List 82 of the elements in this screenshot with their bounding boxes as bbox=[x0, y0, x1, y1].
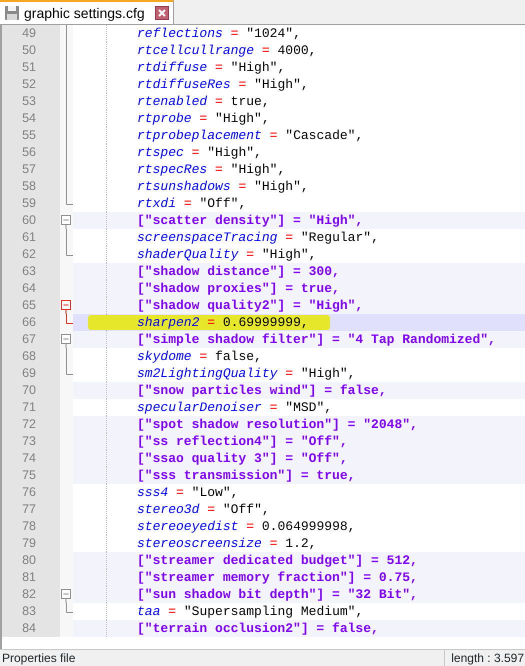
line-number: 82 bbox=[2, 586, 60, 603]
fold-end-icon bbox=[66, 246, 72, 256]
code-line: screenspaceTracing = "Regular", bbox=[136, 229, 379, 246]
code-line: stereoeyedist = 0.064999998, bbox=[136, 518, 356, 535]
line-number: 74 bbox=[2, 450, 60, 467]
code-line: ["scatter density"] = "High", bbox=[136, 212, 364, 229]
line-number: 51 bbox=[2, 59, 60, 76]
code-line: rtxdi = "Off", bbox=[136, 195, 246, 212]
line-number: 68 bbox=[2, 348, 60, 365]
line-number: 73 bbox=[2, 433, 60, 450]
line-number: 69 bbox=[2, 365, 60, 382]
line-number: 53 bbox=[2, 93, 60, 110]
code-line: stereoscreensize = 1.2, bbox=[136, 535, 316, 552]
line-number: 64 bbox=[2, 280, 60, 297]
file-tab[interactable]: graphic settings.cfg bbox=[0, 0, 174, 24]
code-line: rtspecRes = "High", bbox=[136, 161, 286, 178]
line-number: 55 bbox=[2, 127, 60, 144]
code-line: rtprobe = "High", bbox=[136, 110, 270, 127]
line-number: 50 bbox=[2, 42, 60, 59]
line-number: 67 bbox=[2, 331, 60, 348]
code-line: rtdiffuse = "High", bbox=[136, 59, 286, 76]
line-number: 84 bbox=[2, 620, 60, 637]
line-number: 66 bbox=[2, 314, 60, 331]
line-number: 54 bbox=[2, 110, 60, 127]
code-line: ["sun shadow bit depth"] = "32 Bit", bbox=[136, 586, 418, 603]
line-number: 81 bbox=[2, 569, 60, 586]
line-number: 61 bbox=[2, 229, 60, 246]
code-line: skydome = false, bbox=[136, 348, 262, 365]
line-number: 70 bbox=[2, 382, 60, 399]
code-line: sharpen2 = 0.69999999, bbox=[136, 314, 309, 331]
code-line: sss4 = "Low", bbox=[136, 484, 238, 501]
code-line: ["shadow quality2"] = "High", bbox=[136, 297, 364, 314]
close-icon[interactable] bbox=[154, 6, 169, 20]
line-number: 60 bbox=[2, 212, 60, 229]
file-type-label: Properties file bbox=[1, 650, 76, 666]
code-line: rtspec = "High", bbox=[136, 144, 262, 161]
line-number: 75 bbox=[2, 467, 60, 484]
code-line: stereo3d = "Off", bbox=[136, 501, 270, 518]
code-line: ["shadow distance"] = 300, bbox=[136, 263, 340, 280]
line-number: 79 bbox=[2, 535, 60, 552]
line-number: 62 bbox=[2, 246, 60, 263]
code-line: rtsunshadows = "High", bbox=[136, 178, 309, 195]
code-line: shaderQuality = "High", bbox=[136, 246, 316, 263]
line-number: 76 bbox=[2, 484, 60, 501]
code-line: ["spot shadow resolution"] = "2048", bbox=[136, 416, 418, 433]
code-line: ["snow particles wind"] = false, bbox=[136, 382, 387, 399]
line-number: 58 bbox=[2, 178, 60, 195]
code-line: ["streamer memory fraction"] = 0.75, bbox=[136, 569, 418, 586]
fold-end-icon bbox=[66, 195, 72, 205]
code-line: specularDenoiser = "MSD", bbox=[136, 399, 332, 416]
line-number: 78 bbox=[2, 518, 60, 535]
line-number: 63 bbox=[2, 263, 60, 280]
line-number: 65 bbox=[2, 297, 60, 314]
save-icon bbox=[4, 5, 20, 21]
fold-end-icon bbox=[66, 603, 72, 613]
fold-end-icon bbox=[66, 314, 72, 324]
line-number: 72 bbox=[2, 416, 60, 433]
code-line: ["sss transmission"] = true, bbox=[136, 467, 356, 484]
code-line: taa = "Supersampling Medium", bbox=[136, 603, 364, 620]
line-number: 83 bbox=[2, 603, 60, 620]
code-line: reflections = "1024", bbox=[136, 25, 301, 42]
code-line: ["simple shadow filter"] = "4 Tap Randomized", bbox=[136, 331, 496, 348]
line-number: 59 bbox=[2, 195, 60, 212]
line-number: 57 bbox=[2, 161, 60, 178]
code-line: ["shadow proxies"] = true, bbox=[136, 280, 340, 297]
fold-end-icon bbox=[66, 365, 72, 375]
code-line: rtprobeplacement = "Cascade", bbox=[136, 127, 364, 144]
line-number: 77 bbox=[2, 501, 60, 518]
code-line: ["streamer dedicated budget"] = 512, bbox=[136, 552, 418, 569]
length-label: length : 3.597 bbox=[444, 650, 525, 666]
line-number: 52 bbox=[2, 76, 60, 93]
line-number: 56 bbox=[2, 144, 60, 161]
code-line: ["terrain occlusion2"] = false, bbox=[136, 620, 379, 637]
code-line: ["ssao quality 3"] = "Off", bbox=[136, 450, 348, 467]
code-line: rtcellcullrange = 4000, bbox=[136, 42, 316, 59]
line-number: 71 bbox=[2, 399, 60, 416]
code-line: ["ss reflection4"] = "Off", bbox=[136, 433, 348, 450]
line-number: 80 bbox=[2, 552, 60, 569]
line-number: 49 bbox=[2, 25, 60, 42]
code-line: rtdiffuseRes = "High", bbox=[136, 76, 309, 93]
code-line: sm2LightingQuality = "High", bbox=[136, 365, 356, 382]
code-line: rtenabled = true, bbox=[136, 93, 270, 110]
